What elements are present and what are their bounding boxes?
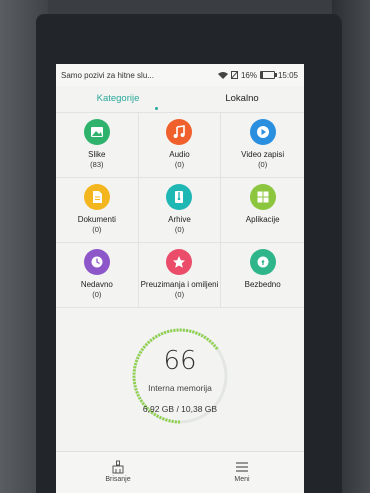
clock-icon <box>83 249 110 275</box>
archive-icon <box>166 184 193 210</box>
category-dokumenti[interactable]: Dokumenti (0) <box>56 178 139 243</box>
safe-icon <box>249 249 276 275</box>
music-icon <box>166 119 193 145</box>
star-icon <box>166 249 193 275</box>
menu-icon <box>236 462 248 472</box>
category-count: (0) <box>174 225 185 234</box>
category-count: (0) <box>92 225 102 234</box>
category-count: (0) <box>92 290 102 299</box>
category-label: Slike <box>88 150 106 159</box>
storage-usage: 6,92 GB / 10,38 GB <box>142 404 218 414</box>
category-label: Arhive <box>168 215 191 224</box>
category-label: Bezbedno <box>244 280 281 289</box>
status-icons: 16% 15:05 <box>217 70 298 80</box>
bottom-bar: Brisanje Meni <box>56 451 304 493</box>
category-label: Video zapisi <box>241 150 285 159</box>
document-icon <box>83 184 110 210</box>
category-count: (0) <box>258 160 268 169</box>
category-preuzimanja[interactable]: Preuzimanja i omiljeni (0) <box>138 243 222 308</box>
tab-bar: Kategorije Lokalno <box>56 86 304 112</box>
menu-button[interactable]: Meni <box>180 452 304 493</box>
category-label: Aplikacije <box>245 215 280 224</box>
image-icon <box>83 119 110 145</box>
tab-lokalno[interactable]: Lokalno <box>180 86 304 112</box>
storage-panel[interactable]: 66 Interna memorija <box>56 308 304 436</box>
storage-label: Interna memorija <box>148 383 212 393</box>
category-label: Nedavno <box>80 280 113 289</box>
sim-off-icon <box>230 71 238 79</box>
category-video[interactable]: Video zapisi (0) <box>221 113 304 178</box>
category-aplikacije[interactable]: Aplikacije <box>221 178 304 243</box>
category-grid: Slike (83) Audio (0) Video zapisi (0) Do… <box>56 112 304 308</box>
battery-icon <box>259 71 277 79</box>
tab-kategorije[interactable]: Kategorije <box>56 86 180 112</box>
notification-text: Samo pozivi za hitne slu... <box>61 70 154 80</box>
category-label: Preuzimanja i omiljeni <box>140 280 219 289</box>
apps-icon <box>249 184 276 210</box>
storage-percent: 66 <box>163 346 197 376</box>
phone-screen: Samo pozivi za hitne slu... 16% 15:05 Ka… <box>56 64 304 493</box>
wifi-icon <box>217 72 228 79</box>
category-arhive[interactable]: Arhive (0) <box>138 178 222 243</box>
battery-percent: 16% <box>240 70 257 80</box>
category-count: (0) <box>174 160 185 169</box>
category-audio[interactable]: Audio (0) <box>138 113 222 178</box>
category-count: (83) <box>90 160 104 169</box>
category-label: Audio <box>169 150 190 159</box>
category-nedavno[interactable]: Nedavno (0) <box>56 243 139 308</box>
broom-icon <box>112 460 124 474</box>
active-tab-indicator <box>155 107 158 110</box>
status-bar: Samo pozivi za hitne slu... 16% 15:05 <box>56 64 304 86</box>
category-slike[interactable]: Slike (83) <box>56 113 139 178</box>
clean-label: Brisanje <box>105 476 131 483</box>
clock-time: 15:05 <box>277 70 298 80</box>
clean-button[interactable]: Brisanje <box>56 452 180 493</box>
video-icon <box>249 119 276 145</box>
category-label: Dokumenti <box>77 215 116 224</box>
category-count: (0) <box>174 290 185 299</box>
menu-label: Meni <box>234 476 250 483</box>
category-bezbedno[interactable]: Bezbedno <box>221 243 304 308</box>
